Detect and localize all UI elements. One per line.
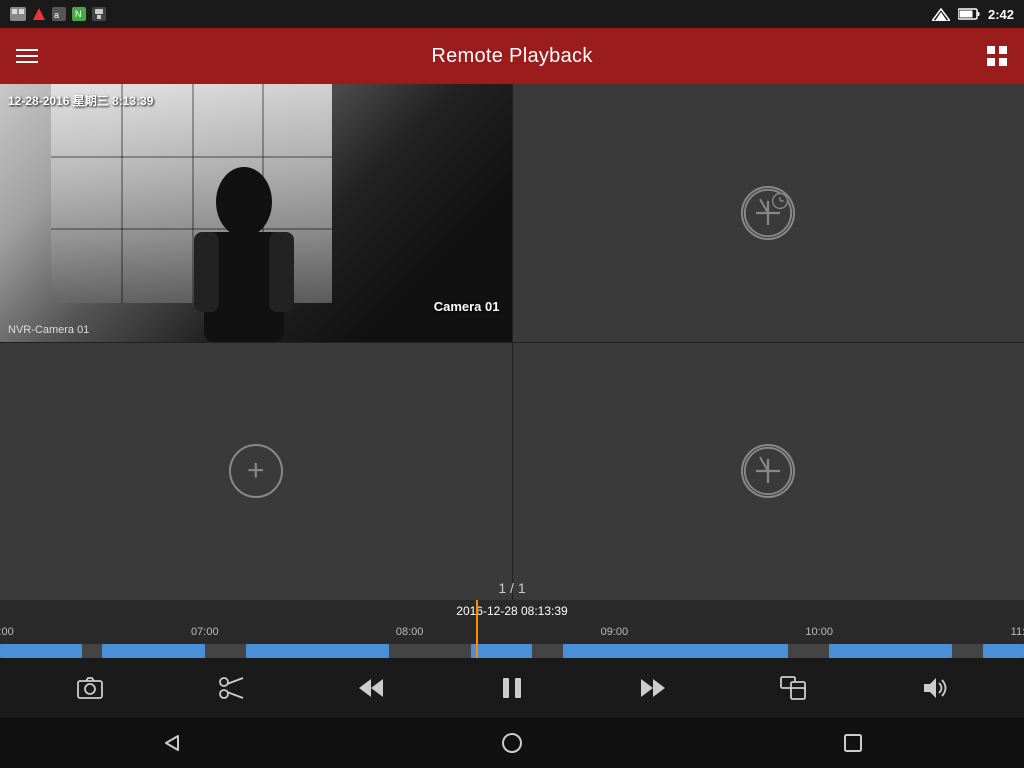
screenshot-icon (76, 676, 104, 700)
camera-timestamp: 12-28-2016 星期三 8:13:39 (8, 92, 153, 109)
timeline-segment-4 (563, 644, 788, 658)
recents-button[interactable] (828, 723, 878, 763)
add-with-clock-icon-4 (743, 444, 793, 498)
battery-icon (958, 8, 980, 20)
signal-icon (932, 7, 950, 21)
timeline[interactable]: 2016-12-28 08:13:39 06:00 07:00 08:00 09:00… (0, 600, 1024, 658)
camera-cell-1[interactable]: 12-28-2016 星期三 8:13:39 Camera 01 NVR-Cam… (0, 84, 512, 342)
app3-icon: a (52, 7, 66, 21)
status-icons-left: a N (10, 7, 106, 21)
add-camera-icon-4[interactable] (741, 444, 795, 498)
menu-button[interactable] (16, 49, 38, 63)
timeline-segment-6 (983, 644, 1024, 658)
recents-icon (843, 733, 863, 753)
timeline-label-09:00: 09:00 (601, 626, 629, 638)
timeline-segment-5 (829, 644, 952, 658)
multiscreen-button[interactable] (771, 666, 815, 710)
add-camera-icon-3[interactable] (229, 444, 283, 498)
timeline-bar[interactable] (0, 644, 1024, 658)
multiscreen-icon (780, 676, 806, 700)
volume-button[interactable] (912, 666, 956, 710)
app1-icon (10, 7, 26, 21)
android-nav-bar (0, 718, 1024, 768)
timeline-segment-3 (471, 644, 532, 658)
volume-icon (920, 676, 948, 700)
camera-cell-3[interactable] (0, 343, 512, 601)
back-icon (160, 732, 182, 754)
add-camera-icon-2[interactable] (741, 186, 795, 240)
timeline-segment-1 (102, 644, 204, 658)
svg-text:N: N (75, 9, 82, 19)
timeline-label-08:00: 08:00 (396, 626, 424, 638)
svg-text:a: a (54, 10, 59, 20)
camera-cell-4[interactable] (513, 343, 1024, 601)
rewind-button[interactable] (349, 666, 393, 710)
grid-view-button[interactable] (986, 45, 1008, 67)
app2-icon (32, 7, 46, 21)
silhouette (184, 162, 304, 342)
fastforward-icon (639, 677, 667, 699)
back-button[interactable] (146, 723, 196, 763)
timeline-label-10:00: 10:00 (805, 626, 833, 638)
add-with-clock-icon (743, 186, 793, 240)
fastforward-button[interactable] (631, 666, 675, 710)
clock: 2:42 (988, 7, 1014, 22)
clip-button[interactable] (209, 666, 253, 710)
page-title: Remote Playback (431, 45, 592, 68)
rewind-icon (357, 677, 385, 699)
camera-source-label: NVR-Camera 01 (8, 324, 89, 336)
app5-icon (92, 7, 106, 21)
timeline-cursor (476, 600, 478, 658)
home-icon (501, 732, 523, 754)
timeline-label-07:00: 07:00 (191, 626, 219, 638)
camera-label: Camera 01 (434, 299, 500, 314)
pause-button[interactable] (490, 666, 534, 710)
timeline-segment-2 (246, 644, 389, 658)
camera-cell-2[interactable] (513, 84, 1024, 342)
timeline-ruler: 06:00 07:00 08:00 09:00 10:00 11:00 (0, 620, 1024, 640)
timeline-label-06:00: 06:00 (0, 626, 14, 638)
status-icons-right: 2:42 (932, 7, 1014, 22)
scissors-icon (217, 674, 245, 702)
timeline-segment-0 (0, 644, 82, 658)
video-grid: 12-28-2016 星期三 8:13:39 Camera 01 NVR-Cam… (0, 84, 1024, 600)
home-button[interactable] (487, 723, 537, 763)
screenshot-button[interactable] (68, 666, 112, 710)
timeline-datetime: 2016-12-28 08:13:39 (456, 604, 567, 618)
pause-icon (501, 676, 523, 700)
top-bar: Remote Playback (0, 28, 1024, 84)
controls-bar (0, 658, 1024, 718)
app4-icon: N (72, 7, 86, 21)
status-bar: a N 2:42 (0, 0, 1024, 28)
timeline-label-11:00: 11:00 (1011, 626, 1024, 638)
